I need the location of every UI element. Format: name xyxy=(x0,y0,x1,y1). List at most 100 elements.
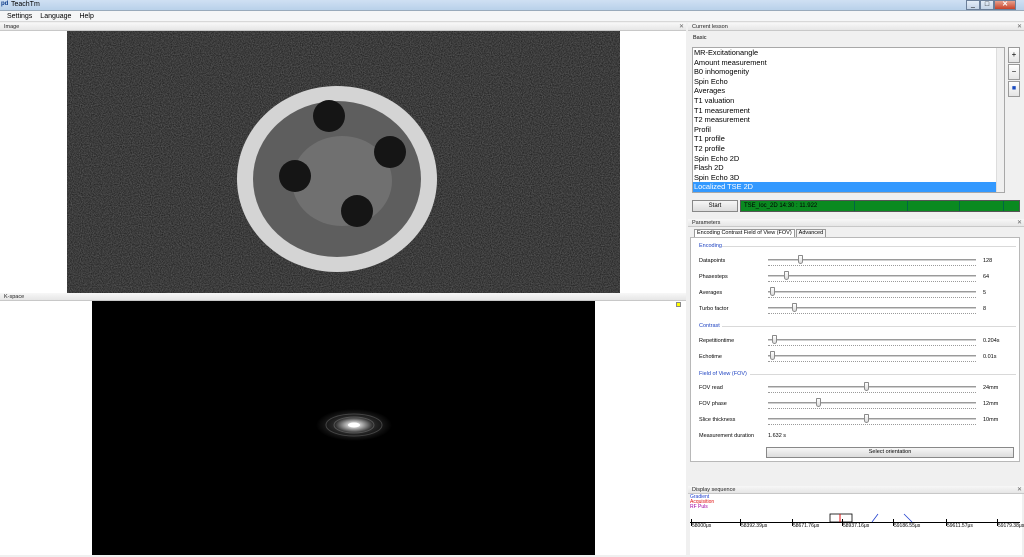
image-panel-label: Image xyxy=(4,24,20,30)
list-item[interactable]: Spin Echo 3D xyxy=(693,173,1004,183)
param-slider-thumb[interactable] xyxy=(770,287,775,296)
list-item[interactable]: T1 profile xyxy=(693,134,1004,144)
start-button[interactable]: Start xyxy=(692,200,738,212)
param-slider-track[interactable] xyxy=(768,275,976,277)
maximize-button[interactable]: □ xyxy=(980,0,994,10)
list-item[interactable]: Averages xyxy=(693,86,1004,96)
sequence-axis-label: 59611.57μs xyxy=(947,523,973,529)
param-slider-track[interactable] xyxy=(768,386,976,388)
param-value: 5 xyxy=(983,290,987,296)
lesson-panel-label: Current lesson xyxy=(692,24,728,30)
list-item[interactable]: MR-Excitationangle xyxy=(693,48,1004,58)
param-value: 12mm xyxy=(983,401,999,407)
mri-phantom-svg xyxy=(67,31,620,293)
sequence-axis-label: 58000μs xyxy=(692,523,712,529)
list-item-selected[interactable]: Localized TSE 2D xyxy=(693,182,1004,192)
sequence-panel-label: Display sequence xyxy=(692,487,736,493)
param-slider-thumb[interactable] xyxy=(772,335,777,344)
close-icon[interactable]: ✕ xyxy=(1017,486,1022,494)
list-item[interactable]: Profil xyxy=(693,125,1004,135)
menu-language[interactable]: Language xyxy=(36,11,75,21)
group-fov: Field of View (FOV) xyxy=(699,371,747,377)
param-slider-ticks xyxy=(768,424,976,426)
progress-status: TSE_loc_2D 14:30 : 11.922 xyxy=(744,203,818,209)
mri-image xyxy=(67,31,620,293)
parameters-panel-label: Parameters xyxy=(692,220,721,226)
list-item[interactable]: T1 measurement xyxy=(693,106,1004,116)
list-item[interactable]: T2 measurement xyxy=(693,115,1004,125)
param-slider-ticks xyxy=(768,345,976,347)
param-label: FOV read xyxy=(699,385,723,391)
lesson-panel-title: Current lesson ✕ xyxy=(688,23,1024,31)
window-title: TeachTm xyxy=(11,1,40,8)
sequence-axis-label: 58671.76μs xyxy=(793,523,820,529)
close-icon[interactable]: ✕ xyxy=(1017,23,1022,31)
app-icon: pd xyxy=(1,1,9,7)
param-slider-thumb[interactable] xyxy=(864,382,869,391)
tab-encoding[interactable]: Encoding Contrast Field of View (FOV) xyxy=(694,229,795,237)
param-slider-ticks xyxy=(768,361,976,363)
lesson-list-scrollbar[interactable] xyxy=(996,48,1004,192)
lesson-list[interactable]: MR-Excitationangle Amount measurement B0… xyxy=(692,47,1005,193)
param-label: Phasesteps xyxy=(699,274,728,280)
save-icon[interactable]: ■ xyxy=(1008,81,1020,97)
param-slider-thumb[interactable] xyxy=(798,255,803,264)
select-orientation-button[interactable]: Select orientation xyxy=(766,447,1014,458)
list-item[interactable]: Flash 2D xyxy=(693,163,1004,173)
param-slider-ticks xyxy=(768,408,976,410)
list-item[interactable]: T2 profile xyxy=(693,144,1004,154)
param-slider-track[interactable] xyxy=(768,402,976,404)
kspace-svg xyxy=(316,409,392,441)
param-slider-thumb[interactable] xyxy=(784,271,789,280)
param-slider-ticks xyxy=(768,265,976,267)
group-encoding: Encoding xyxy=(699,243,722,249)
list-item[interactable]: Amount measurement xyxy=(693,58,1004,68)
param-slider-thumb[interactable] xyxy=(792,303,797,312)
param-value: 64 xyxy=(983,274,990,280)
close-icon[interactable]: ✕ xyxy=(679,23,684,31)
param-value: 10mm xyxy=(983,417,999,423)
param-label: Echotime xyxy=(699,354,722,360)
param-slider-thumb[interactable] xyxy=(816,398,821,407)
param-slider-ticks xyxy=(768,313,976,315)
param-label: Turbo factor xyxy=(699,306,729,312)
param-slider-track[interactable] xyxy=(768,291,976,293)
title-bar: pd TeachTm _ □ ✕ xyxy=(0,0,1024,11)
parameter-tabs: Encoding Contrast Field of View (FOV) Ad… xyxy=(694,229,827,237)
minimize-button[interactable]: _ xyxy=(966,0,980,10)
lesson-category-label: Basic xyxy=(693,35,707,41)
param-slider-track[interactable] xyxy=(768,355,976,357)
param-value: 24mm xyxy=(983,385,999,391)
param-slider-thumb[interactable] xyxy=(770,351,775,360)
parameters-panel-title: Parameters ✕ xyxy=(688,219,1024,227)
param-label: Slice thickness xyxy=(699,417,736,423)
sequence-panel-title: Display sequence ✕ xyxy=(688,486,1024,494)
list-item[interactable]: Spin Echo 2D xyxy=(693,154,1004,164)
remove-icon[interactable]: − xyxy=(1008,64,1020,80)
list-item[interactable]: T1 valuation xyxy=(693,96,1004,106)
menu-bar: Settings Language Help xyxy=(0,11,1024,22)
param-value: 128 xyxy=(983,258,993,264)
parameter-tab-page xyxy=(690,237,1020,462)
close-icon[interactable]: ✕ xyxy=(1017,219,1022,227)
param-slider-track[interactable] xyxy=(768,339,976,341)
param-slider-track[interactable] xyxy=(768,307,976,309)
kspace-panel-label: K-space xyxy=(4,294,25,300)
list-item[interactable]: B0 inhomogenity xyxy=(693,67,1004,77)
menu-help[interactable]: Help xyxy=(75,11,97,21)
add-icon[interactable]: + xyxy=(1008,47,1020,63)
group-contrast: Contrast xyxy=(699,323,720,329)
param-slider-ticks xyxy=(768,281,976,283)
kspace-marker-icon[interactable] xyxy=(676,302,681,307)
param-slider-thumb[interactable] xyxy=(864,414,869,423)
param-label: Averages xyxy=(699,290,723,296)
param-label: FOV phase xyxy=(699,401,727,407)
list-item[interactable]: Spin Echo xyxy=(693,77,1004,87)
tab-advanced[interactable]: Advanced xyxy=(795,229,827,237)
close-button[interactable]: ✕ xyxy=(994,0,1016,10)
sequence-axis-label: 59179.38μs xyxy=(998,523,1024,529)
param-slider-ticks xyxy=(768,392,976,394)
sequence-axis-label: 58392.39μs xyxy=(741,523,768,529)
menu-settings[interactable]: Settings xyxy=(3,11,36,21)
param-slider-track[interactable] xyxy=(768,418,976,420)
